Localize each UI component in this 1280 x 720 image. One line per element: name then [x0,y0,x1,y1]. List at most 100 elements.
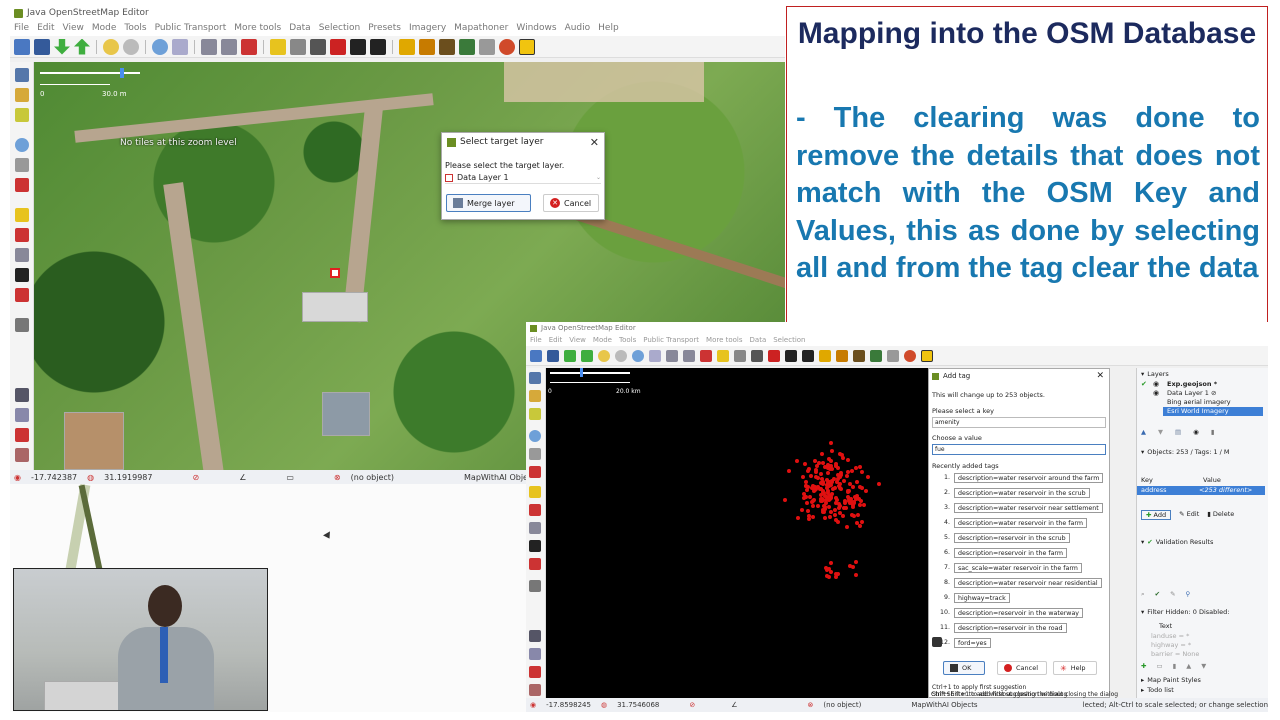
preset-grey-icon[interactable] [734,349,746,362]
eye-icon[interactable]: ◉ [1153,389,1159,397]
recent-tag-item[interactable]: 1. description=water reservoir around the… [932,472,1104,483]
move-up-icon[interactable]: ▲ [1141,428,1146,436]
extrude-tool-icon[interactable] [15,228,29,242]
zoom-icon[interactable]: ⌕ [1141,590,1145,599]
scale-slider-icon[interactable] [580,368,583,377]
menu-view[interactable]: View [63,23,84,33]
food-icon[interactable] [836,349,848,362]
chevron-down-icon[interactable]: ▾ [1141,608,1144,616]
car-icon[interactable] [785,349,797,362]
select-tool-icon[interactable] [15,68,29,82]
trash-icon[interactable]: ▮ [1173,662,1177,670]
value-input[interactable]: fue [932,444,1106,455]
measure-icon[interactable] [15,408,29,422]
upload-arrow-icon[interactable] [581,349,593,362]
menu-public-transport[interactable]: Public Transport [643,336,699,344]
menu-help[interactable]: Help [598,23,619,33]
undo-icon[interactable] [103,38,119,55]
undo-icon[interactable] [598,349,610,362]
key-input[interactable]: amenity [932,417,1106,428]
download-arrow-icon[interactable] [54,38,70,55]
close-icon[interactable]: ✕ [1096,371,1104,381]
warning-sign-icon[interactable] [399,38,415,55]
menu-presets[interactable]: Presets [368,23,401,33]
craft-icon[interactable] [853,349,865,362]
plugin-icon[interactable] [887,349,899,362]
split-way-icon[interactable] [666,349,678,362]
cancel-button[interactable]: Cancel [997,661,1047,675]
close-icon[interactable]: ✕ [590,136,599,149]
menu-more-tools[interactable]: More tools [234,23,281,33]
mapwithai-icon[interactable] [499,38,515,55]
layer-item-selected[interactable]: Esri World Imagery [1163,407,1263,416]
calendar-icon[interactable] [921,349,933,362]
chart-icon[interactable] [870,349,882,362]
chevron-down-icon[interactable]: ▾ [1141,370,1144,378]
car-icon[interactable] [350,38,366,55]
recent-tag-item[interactable]: 2. description=water reservoir in the scr… [932,487,1090,498]
merge-icon[interactable]: ▤ [1175,428,1181,436]
route-icon[interactable] [15,288,29,302]
plus-icon[interactable]: ✚ [1141,662,1146,670]
bus-icon[interactable] [802,349,814,362]
redo-icon[interactable] [615,349,627,362]
bus-stop-icon[interactable] [15,268,29,282]
recent-tag-item[interactable]: 3. description=water reservoir near settl… [932,502,1103,513]
link-icon[interactable]: ⚲ [1186,590,1191,599]
menu-file[interactable]: File [530,336,542,344]
split-way-icon[interactable] [201,38,217,55]
draw-tool-icon[interactable] [15,88,29,102]
menu-more-tools[interactable]: More tools [706,336,742,344]
map-paint-header[interactable]: ▸ Map Paint Styles [1141,676,1201,684]
route-icon[interactable] [529,558,541,570]
layers-toggle-icon[interactable] [529,630,541,642]
menu-windows[interactable]: Windows [516,23,556,33]
open-folder-icon[interactable] [530,349,542,362]
delete-tool-icon[interactable] [529,448,541,460]
move-down-icon[interactable]: ▼ [1158,428,1163,436]
redo-icon[interactable] [123,38,139,55]
reverse-way-icon[interactable] [700,349,712,362]
lasso-tool-icon[interactable] [15,108,29,122]
move-up-icon[interactable]: ▲ [1186,662,1191,670]
menu-selection[interactable]: Selection [773,336,805,344]
reverse-way-icon[interactable] [241,38,257,55]
ok-button[interactable]: OK [943,661,985,675]
recent-tag-item[interactable]: 4. description=water reservoir in the far… [932,517,1087,528]
improve-way-icon[interactable] [529,466,541,478]
building-tool-icon[interactable] [15,318,29,332]
recent-tag-item[interactable]: 7. sac_scale=water reservoir in the farm [932,562,1082,573]
download-arrow-icon[interactable] [564,349,576,362]
recent-tag-item[interactable]: 11. description=reservoir in the road [932,622,1067,633]
zoom-icon[interactable] [152,38,168,55]
building-tool-icon[interactable] [529,580,541,592]
layer-item[interactable]: Data Layer 1 ⊘ [1167,389,1216,397]
help-button[interactable]: ✳ Help [1053,661,1097,675]
menu-view[interactable]: View [569,336,586,344]
zoom-extent-icon[interactable] [172,38,188,55]
bus-stop-icon[interactable] [529,540,541,552]
delete-tag-button[interactable]: ▮ Delete [1207,510,1234,520]
parallel-tool-icon[interactable] [15,208,29,222]
filter-item[interactable]: landuse = * [1151,632,1189,640]
menu-imagery[interactable]: Imagery [409,23,446,33]
layer-item[interactable]: Exp.geojson * [1167,380,1217,388]
menu-data[interactable]: Data [289,23,311,33]
layers-toggle-icon[interactable] [15,388,29,402]
zoom-tool-icon[interactable] [15,138,29,152]
validation-header[interactable]: ▾ ✔ Validation Results [1141,538,1213,546]
split-tool-icon[interactable] [529,522,541,534]
recent-tag-item[interactable]: 8. description=water reservoir near resid… [932,577,1102,588]
eye-icon[interactable]: ◉ [1193,428,1199,436]
menu-edit[interactable]: Edit [37,23,54,33]
recent-tag-item[interactable]: 6. description=reservoir in the farm [932,547,1068,558]
filter-item[interactable]: barrier = None [1151,650,1199,658]
todo-header[interactable]: ▸ Todo list [1141,686,1174,694]
menu-mode[interactable]: Mode [92,23,117,33]
move-down-icon[interactable]: ▼ [1201,662,1206,670]
lasso-tool-icon[interactable] [529,408,541,420]
chevron-down-icon[interactable]: ▾ [1141,448,1144,456]
calendar-icon[interactable] [519,38,535,55]
upload-arrow-icon[interactable] [74,38,90,55]
parallel-tool-icon[interactable] [529,486,541,498]
